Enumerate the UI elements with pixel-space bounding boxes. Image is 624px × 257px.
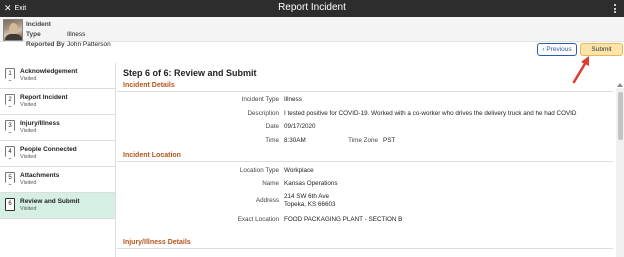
address-label: Address <box>255 197 279 204</box>
step-status: Visited <box>20 180 37 186</box>
divider <box>117 248 613 249</box>
description-value: I tested positive for COVID-19. Worked w… <box>284 110 577 117</box>
incident-summary: Incident Type Illness Reported By John Pat… <box>26 20 111 50</box>
reported-by-label: Reported By <box>26 41 65 48</box>
incident-type-label: Incident Type <box>241 96 279 103</box>
address-line-1: 214 SW 6th Ave <box>284 193 330 200</box>
step-title: Attachments <box>20 172 60 179</box>
timezone-label: Time Zone <box>348 137 378 144</box>
step-number: 4 <box>5 146 15 159</box>
divider <box>117 91 613 92</box>
reported-by-value: John Patterson <box>67 41 111 48</box>
step-injury-illness[interactable]: 3 Injury/Illness Visited <box>0 115 115 141</box>
avatar <box>3 19 23 41</box>
more-options-icon[interactable] <box>612 2 618 15</box>
step-title: Report Incident <box>20 94 68 101</box>
divider <box>117 161 613 162</box>
step-number: 2 <box>5 94 15 107</box>
incident-type-value: Illness <box>67 31 86 38</box>
step-acknowledgement[interactable]: 1 Acknowledgement Visited <box>0 63 115 89</box>
step-number: 3 <box>5 120 15 133</box>
step-number: 5 <box>5 172 15 185</box>
step-heading: Step 6 of 6: Review and Submit <box>123 68 257 78</box>
date-value: 09/17/2020 <box>284 123 316 130</box>
section-incident-location: Incident Location <box>123 152 181 159</box>
step-status: Visited <box>20 102 37 108</box>
section-injury-details: Injury/Illness Details <box>123 239 191 246</box>
section-incident-details: Incident Details <box>123 82 175 89</box>
timezone-value: PST <box>383 137 396 144</box>
step-title: Acknowledgement <box>20 68 78 75</box>
top-bar: ✕ Exit Report Incident <box>0 0 624 17</box>
exact-location-label: Exact Location <box>237 216 279 223</box>
step-number: 1 <box>5 68 15 81</box>
name-label: Name <box>262 180 279 187</box>
time-label: Time <box>265 137 279 144</box>
step-status: Visited <box>20 128 37 134</box>
address-line-2: Topeka, KS 66603 <box>284 201 336 208</box>
scrollbar-thumb[interactable] <box>618 92 623 140</box>
steps-sidebar: 1 Acknowledgement Visited 2 Report Incid… <box>0 63 116 257</box>
name-value: Kansas Operations <box>284 180 338 187</box>
step-report-incident[interactable]: 2 Report Incident Visited <box>0 89 115 115</box>
date-label: Date <box>265 123 279 130</box>
incident-type-label: Incident Type <box>26 21 51 38</box>
step-title: People Connected <box>20 146 77 153</box>
page-title-bar: Report Incident <box>278 2 346 13</box>
step-title: Review and Submit <box>20 198 80 205</box>
step-review-and-submit[interactable]: 6 Review and Submit Visited <box>0 193 115 219</box>
scroll-up-icon[interactable] <box>617 83 623 87</box>
exact-location-value: FOOD PACKAGING PLANT - SECTION B <box>284 216 403 223</box>
step-status: Visited <box>20 206 37 212</box>
previous-label: Previous <box>546 46 572 53</box>
step-title: Injury/Illness <box>20 120 60 127</box>
step-status: Visited <box>20 76 37 82</box>
location-type-label: Location Type <box>239 167 279 174</box>
description-label: Description <box>247 110 280 117</box>
scrollbar[interactable] <box>616 83 624 257</box>
step-people-connected[interactable]: 4 People Connected Visited <box>0 141 115 167</box>
incident-type-value: Illness <box>284 96 302 103</box>
submit-label: Submit <box>591 46 612 53</box>
step-attachments[interactable]: 5 Attachments Visited <box>0 167 115 193</box>
review-content: Step 6 of 6: Review and Submit Incident … <box>117 63 624 257</box>
location-type-value: Workplace <box>284 167 314 174</box>
chevron-left-icon: ‹ <box>542 46 545 53</box>
step-number: 6 <box>5 198 15 211</box>
incident-header: Incident Type Illness Reported By John Pat… <box>0 17 624 48</box>
step-status: Visited <box>20 154 37 160</box>
address-value: 214 SW 6th Ave Topeka, KS 66603 <box>284 193 335 209</box>
